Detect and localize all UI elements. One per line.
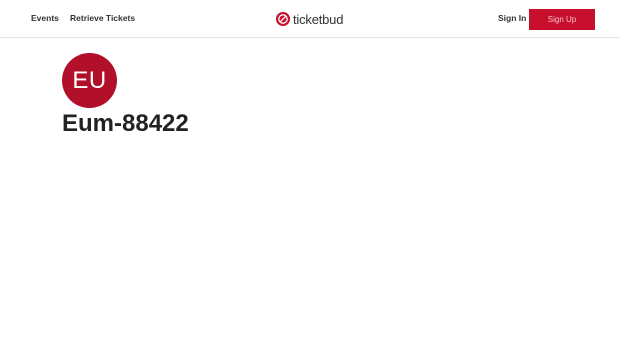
- nav-retrieve-tickets-link[interactable]: Retrieve Tickets: [70, 13, 135, 23]
- page-title: Eum-88422: [62, 110, 189, 137]
- sign-up-button[interactable]: Sign Up: [529, 9, 595, 30]
- sign-in-link[interactable]: Sign In: [498, 13, 526, 23]
- ticketbud-logo[interactable]: ticketbud: [276, 11, 343, 27]
- avatar: EU: [62, 53, 117, 108]
- nav-events-link[interactable]: Events: [31, 13, 59, 23]
- logo-text: ticketbud: [293, 11, 344, 27]
- site-header: Events Retrieve Tickets ticketbud Sign I…: [0, 0, 620, 38]
- ticketbud-logo-icon: [276, 12, 290, 26]
- avatar-initials: EU: [72, 66, 107, 94]
